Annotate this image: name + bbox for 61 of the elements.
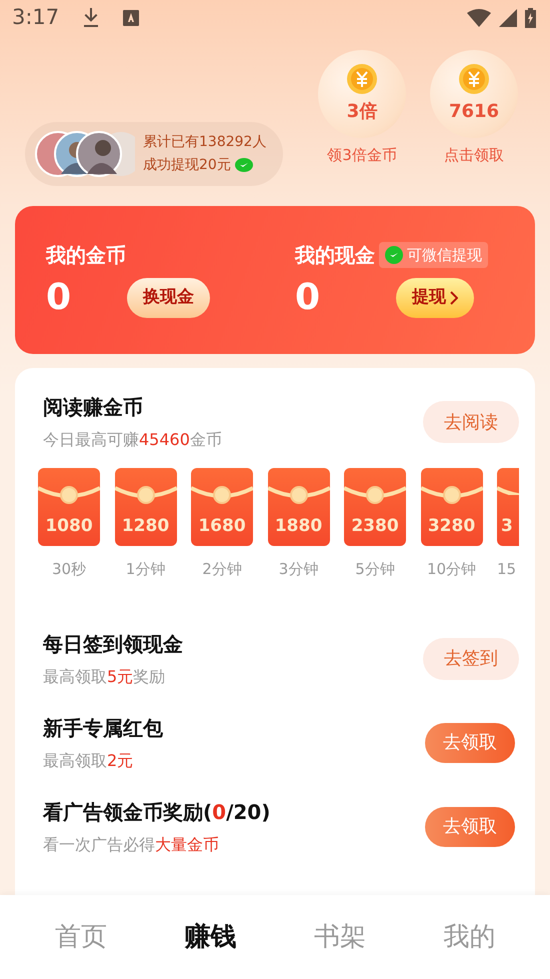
wechat-icon [234,158,253,174]
coins-title: 我的金币 [46,242,127,269]
tab[interactable]: 赚钱 [184,918,236,956]
coin-icon [459,64,489,94]
envelope-seal-icon [38,486,100,505]
envelope-band-icon [497,486,519,495]
cash-amount: 0 [295,280,320,316]
task-title: 新手专属红包 [43,714,163,742]
task-button[interactable]: 去领取 [425,806,515,846]
clock: 3:17 [12,4,60,32]
wechat-icon [385,246,403,264]
duration-label: 30秒 [50,559,88,580]
task-title: 阅读赚金币 [43,394,144,421]
read-button[interactable]: 去阅读 [423,401,519,443]
envelope-seal-icon [344,486,406,505]
duration-label: 10分钟 [426,559,478,580]
envelope-seal-icon [114,486,176,505]
bubble-value[interactable]: 3倍 [346,98,378,124]
withdraw-button[interactable]: 提现 [396,278,474,318]
coin-icon [347,64,377,94]
coins-amount: 0 [46,280,72,316]
withdraw-amount-text: 成功提现20元 [143,156,231,175]
task-subtitle: 看一次广告必得大量金币 [43,834,220,856]
reward-envelope[interactable]: 1280 [114,468,176,546]
duration-label: 15 [497,559,518,580]
reward-envelope[interactable]: 2380 [344,468,406,546]
duration-label: 2分钟 [201,559,243,580]
cash-title: 我的现金 [295,242,375,269]
duration-label: 5分钟 [354,559,396,580]
exchange-button[interactable]: 换现金 [127,278,210,318]
reward-envelope[interactable]: 1680 [191,468,253,546]
task-title: 每日签到领现金 [43,630,183,658]
envelope-seal-icon [191,486,253,505]
duration-label: 3分钟 [278,559,320,580]
withdraw-count-text: 累计已有138292人 [143,132,266,152]
wifi-icon [467,9,491,27]
task-title: 看广告领金币奖励(0/20) [43,798,270,826]
keyboard-icon [123,10,140,26]
reward-envelope[interactable]: 1880 [268,468,330,546]
envelope-seal-icon [268,486,330,505]
bubble-label[interactable]: 领3倍金币 [318,144,406,166]
reward-envelope[interactable]: 3 [497,468,519,546]
tab[interactable]: 书架 [314,918,366,956]
tab[interactable]: 首页 [54,918,107,956]
envelope-seal-icon [420,486,482,505]
task-button[interactable]: 去领取 [425,722,515,762]
task-subtitle: 最高领取2元 [43,750,134,772]
task-subtitle: 最高领取5元奖励 [43,666,166,688]
reward-envelope[interactable]: 1080 [38,468,100,546]
signal-icon [499,9,517,27]
bubble-value[interactable]: 7616 [448,98,500,124]
task-button[interactable]: 去签到 [423,638,519,680]
tab[interactable]: 我的 [443,918,496,956]
duration-label: 1分钟 [124,559,166,580]
reward-envelope[interactable]: 3280 [420,468,482,546]
task-subtitle: 今日最高可赚45460金币 [43,429,222,451]
battery-icon [525,8,536,28]
chevron-right-icon [450,291,458,305]
bubble-label[interactable]: 点击领取 [430,144,518,166]
download-icon [83,8,100,28]
wechat-withdraw-tag: 可微信提现 [379,242,488,268]
